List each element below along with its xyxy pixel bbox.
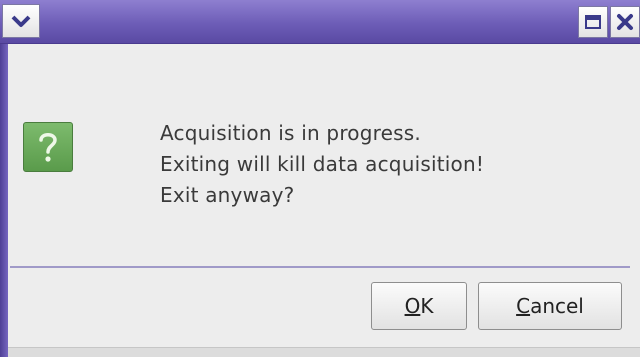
maximize-icon	[585, 15, 601, 29]
chevron-down-icon	[11, 15, 31, 27]
window-titlebar[interactable]	[0, 0, 640, 44]
message-line: Acquisition is in progress.	[160, 121, 421, 145]
close-button[interactable]	[610, 6, 640, 38]
dialog-separator	[10, 266, 630, 268]
close-icon	[617, 14, 633, 30]
cancel-mnemonic: C	[516, 294, 531, 318]
ok-mnemonic: O	[404, 294, 421, 318]
ok-button[interactable]: OK	[371, 282, 467, 330]
question-mark-icon	[23, 122, 73, 172]
maximize-button[interactable]	[578, 6, 608, 38]
dialog-message: Acquisition is in progress. Exiting will…	[160, 118, 600, 211]
window-bottom-border	[8, 347, 640, 357]
ok-label-rest: K	[420, 294, 434, 318]
cancel-button[interactable]: Cancel	[478, 282, 622, 330]
cancel-label-rest: ancel	[530, 294, 584, 318]
window-left-border	[0, 44, 8, 357]
message-line: Exiting will kill data acquisition!	[160, 152, 485, 176]
window-menu-button[interactable]	[2, 4, 40, 38]
message-line: Exit anyway?	[160, 183, 295, 207]
